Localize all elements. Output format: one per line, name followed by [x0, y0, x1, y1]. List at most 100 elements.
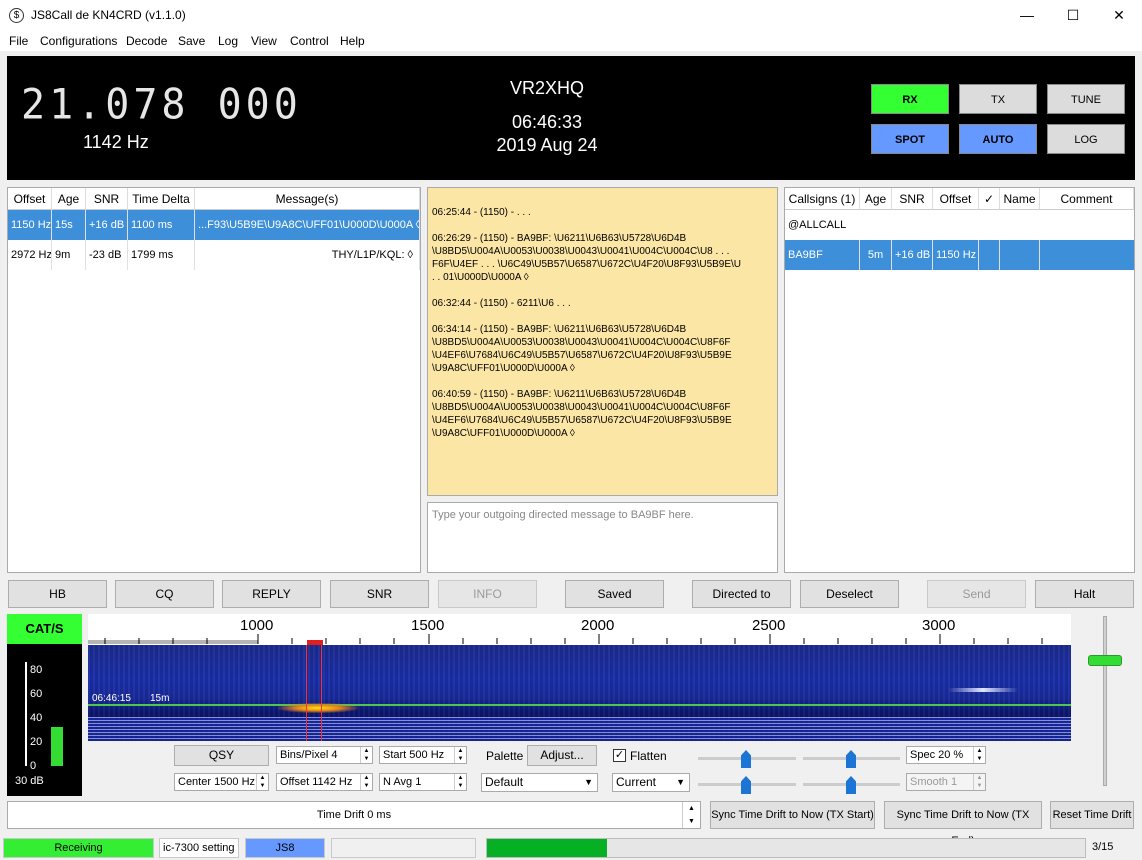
callsigns-table[interactable]: Callsigns (1) Age SNR Offset ✓ Name Comm…: [784, 187, 1135, 573]
close-button[interactable]: ✕: [1096, 0, 1142, 31]
send-button[interactable]: Send: [927, 580, 1026, 608]
spec-percent-spinbox[interactable]: Spec 20 % ▲ ▼: [906, 746, 986, 764]
directed-to-button[interactable]: Directed to BA9BF: [692, 580, 791, 627]
spinner-arrows-icon[interactable]: ▲ ▼: [682, 802, 700, 828]
utc-clock: 06:46:33: [511, 112, 583, 132]
spinner-arrows-icon[interactable]: ▲ ▼: [454, 774, 466, 790]
spinner-arrows-icon[interactable]: ▲ ▼: [360, 747, 372, 763]
rx-message-entry: 06:32:44 - (1150) - 6211\U6 . . .: [432, 298, 571, 309]
list-item-allcall[interactable]: @ALLCALL: [785, 210, 1134, 240]
spinner-arrows-icon[interactable]: ▲ ▼: [973, 747, 985, 763]
reset-time-drift-button[interactable]: Reset Time Drift: [1050, 801, 1134, 829]
menu-file[interactable]: File: [9, 34, 28, 48]
slot-counter: 3/15: [1092, 841, 1114, 853]
cq-button[interactable]: CQ: [115, 580, 214, 608]
column-header-comment[interactable]: Comment: [1040, 188, 1134, 210]
column-header-age[interactable]: Age: [860, 188, 892, 210]
cell-offset: 1150 Hz: [8, 210, 52, 240]
n-avg-spinbox[interactable]: N Avg 1 ▲ ▼: [379, 773, 467, 791]
auto-button[interactable]: AUTO: [959, 124, 1037, 154]
reply-button[interactable]: REPLY: [222, 580, 321, 608]
spectrum-mode-select[interactable]: Current ▼: [612, 773, 690, 792]
spinner-arrows-icon[interactable]: ▲ ▼: [973, 774, 985, 790]
menu-help[interactable]: Help: [340, 34, 365, 48]
time-drift-spinbox[interactable]: Time Drift 0 ms ▲ ▼: [7, 801, 701, 829]
waterfall-period: 15m: [150, 693, 170, 704]
sync-time-drift-tx-start-button[interactable]: Sync Time Drift to Now (TX Start): [710, 801, 875, 829]
tx-button[interactable]: TX: [959, 84, 1037, 114]
palette-value: Default: [485, 775, 524, 789]
adjust-palette-button[interactable]: Adjust...: [527, 745, 597, 766]
palette-select[interactable]: Default ▼: [481, 773, 598, 792]
waterfall-timestamp: 06:46:15: [92, 693, 131, 704]
flatten-checkbox[interactable]: ✓: [613, 749, 626, 762]
maximize-button[interactable]: ☐: [1050, 0, 1096, 31]
frequency-tick-label: 3000: [922, 617, 956, 634]
meter-tick: 0: [30, 760, 37, 772]
menu-view[interactable]: View: [251, 34, 277, 48]
signal-meter: CAT/S 80 60 40 20 0 30 dB: [7, 614, 82, 796]
column-header-messages[interactable]: Message(s): [195, 188, 420, 210]
frequency-ruler: [104, 634, 1043, 644]
minimize-button[interactable]: —: [1004, 0, 1050, 31]
table-row[interactable]: 1150 Hz 15s +16 dB 1100 ms ...F93\U5B9E\…: [8, 210, 420, 240]
deselect-button[interactable]: Deselect: [800, 580, 899, 608]
menu-control[interactable]: Control: [290, 34, 329, 48]
column-header-snr[interactable]: SNR: [86, 188, 128, 210]
menu-log[interactable]: Log: [218, 34, 238, 48]
saved-button[interactable]: Saved: [565, 580, 664, 608]
dropdown-arrow-icon: ▼: [676, 777, 685, 787]
waterfall-spectrogram[interactable]: 06:46:15 15m: [88, 645, 1071, 741]
qsy-button[interactable]: QSY: [174, 745, 269, 766]
cell-callsign: BA9BF: [785, 240, 860, 270]
gain-slider-handle[interactable]: [1088, 655, 1122, 666]
column-header-age[interactable]: Age: [52, 188, 86, 210]
frequency-tick-label: 2500: [752, 617, 786, 634]
tune-button[interactable]: TUNE: [1047, 84, 1125, 114]
meter-tick: 80: [30, 664, 43, 676]
waterfall-zero-handle[interactable]: [846, 750, 856, 768]
center-frequency-spinbox[interactable]: Center 1500 Hz ▲ ▼: [174, 773, 269, 791]
column-header-snr[interactable]: SNR: [892, 188, 933, 210]
menu-save[interactable]: Save: [178, 34, 205, 48]
sync-time-drift-tx-end-button[interactable]: Sync Time Drift to Now (TX End): [884, 801, 1042, 847]
column-header-offset[interactable]: Offset: [8, 188, 52, 210]
log-button[interactable]: LOG: [1047, 124, 1125, 154]
snr-button[interactable]: SNR: [330, 580, 429, 608]
spinner-arrows-icon[interactable]: ▲ ▼: [360, 774, 372, 790]
hb-button[interactable]: HB: [8, 580, 107, 608]
bins-per-pixel-spinbox[interactable]: Bins/Pixel 4 ▲ ▼: [276, 746, 373, 764]
spinner-arrows-icon[interactable]: ▲ ▼: [454, 747, 466, 763]
smooth-spinbox[interactable]: Smooth 1 ▲ ▼: [906, 773, 986, 791]
menu-configurations[interactable]: Configurations: [40, 34, 117, 48]
spinner-arrows-icon[interactable]: ▲ ▼: [256, 774, 268, 790]
spot-button[interactable]: SPOT: [871, 124, 949, 154]
spectrum-gain-handle[interactable]: [741, 776, 751, 794]
offset-value: Offset 1142 Hz: [280, 776, 353, 788]
rx-button[interactable]: RX: [871, 84, 949, 114]
time-drift-value: Time Drift 0 ms: [316, 809, 392, 821]
table-row[interactable]: BA9BF 5m +16 dB 1150 Hz: [785, 240, 1134, 270]
column-header-offset[interactable]: Offset: [933, 188, 979, 210]
offset-spinbox[interactable]: Offset 1142 Hz ▲ ▼: [276, 773, 373, 791]
start-frequency-spinbox[interactable]: Start 500 Hz ▲ ▼: [379, 746, 467, 764]
gain-slider-track[interactable]: [1103, 616, 1107, 786]
band-activity-table[interactable]: Offset Age SNR Time Delta Message(s) 115…: [7, 187, 421, 573]
table-row[interactable]: 2972 Hz 9m -23 dB 1799 ms THY/L1P/KQL: ◊: [8, 240, 420, 270]
column-header-checkmark[interactable]: ✓: [979, 188, 1000, 210]
mode-status: JS8: [245, 838, 325, 858]
cat-status-indicator[interactable]: CAT/S: [7, 614, 82, 644]
waterfall-gain-handle[interactable]: [741, 750, 751, 768]
halt-button[interactable]: Halt: [1035, 580, 1134, 608]
waterfall-display[interactable]: 1000 1500 2000 2500 3000 06:46:15 15m: [88, 614, 1071, 741]
outgoing-message-input[interactable]: Type your outgoing directed message to B…: [427, 502, 778, 573]
frequency-display-panel: 21.078 000 1142 Hz VR2XHQ 06:46:33 2019 …: [7, 56, 1135, 180]
column-header-time-delta[interactable]: Time Delta: [128, 188, 195, 210]
spectrum-zero-handle[interactable]: [846, 776, 856, 794]
menu-decode[interactable]: Decode: [126, 34, 167, 48]
frequency-readout[interactable]: 21.078 000: [21, 81, 302, 129]
column-header-name[interactable]: Name: [1000, 188, 1040, 210]
column-header-callsigns[interactable]: Callsigns (1): [785, 188, 860, 210]
info-button[interactable]: INFO: [438, 580, 537, 608]
received-messages-panel[interactable]: 06:25:44 - (1150) - . . . 06:26:29 - (115…: [427, 187, 778, 496]
